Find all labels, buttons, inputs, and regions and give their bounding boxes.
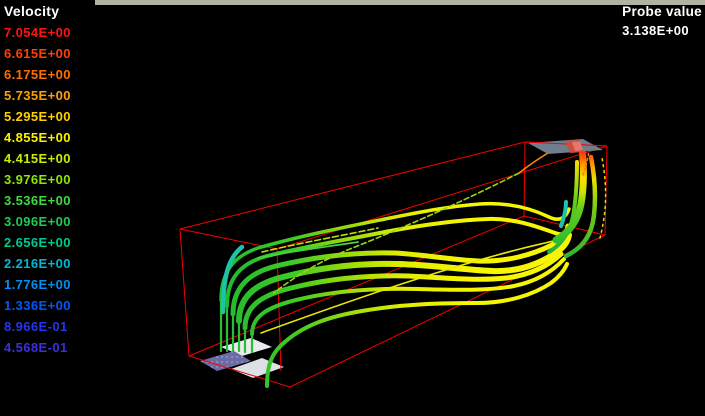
outlet-region: [525, 139, 607, 154]
legend-value: 6.175E+00: [4, 64, 71, 85]
legend-value: 5.295E+00: [4, 106, 71, 127]
legend-value: 8.966E-01: [4, 316, 71, 337]
legend-value: 7.054E+00: [4, 22, 71, 43]
legend-value: 3.976E+00: [4, 169, 71, 190]
legend-title: Velocity: [4, 3, 114, 21]
application-window: Velocity 7.054E+006.615E+006.175E+005.73…: [0, 0, 705, 416]
legend-value: 1.776E+00: [4, 274, 71, 295]
probe-value: 3.138E+00: [622, 23, 702, 38]
legend-value: 3.096E+00: [4, 211, 71, 232]
probe-label: Probe value: [622, 4, 702, 19]
legend-value: 4.415E+00: [4, 148, 71, 169]
probe-panel: Probe value 3.138E+00: [622, 4, 702, 38]
legend-value: 5.735E+00: [4, 85, 71, 106]
streamline-teal: [561, 202, 566, 226]
streamline: [519, 153, 548, 173]
legend-entries: 7.054E+006.615E+006.175E+005.735E+005.29…: [4, 22, 71, 358]
legend-value: 3.536E+00: [4, 190, 71, 211]
viewport-3d[interactable]: [0, 0, 705, 416]
legend-value: 6.615E+00: [4, 43, 71, 64]
legend-value: 2.216E+00: [4, 253, 71, 274]
legend-value: 4.855E+00: [4, 127, 71, 148]
streamlines: [221, 149, 606, 386]
legend-value: 4.568E-01: [4, 337, 71, 358]
legend-panel: Velocity 7.054E+006.615E+006.175E+005.73…: [4, 3, 114, 21]
legend-value: 2.656E+00: [4, 232, 71, 253]
legend-value: 1.336E+00: [4, 295, 71, 316]
